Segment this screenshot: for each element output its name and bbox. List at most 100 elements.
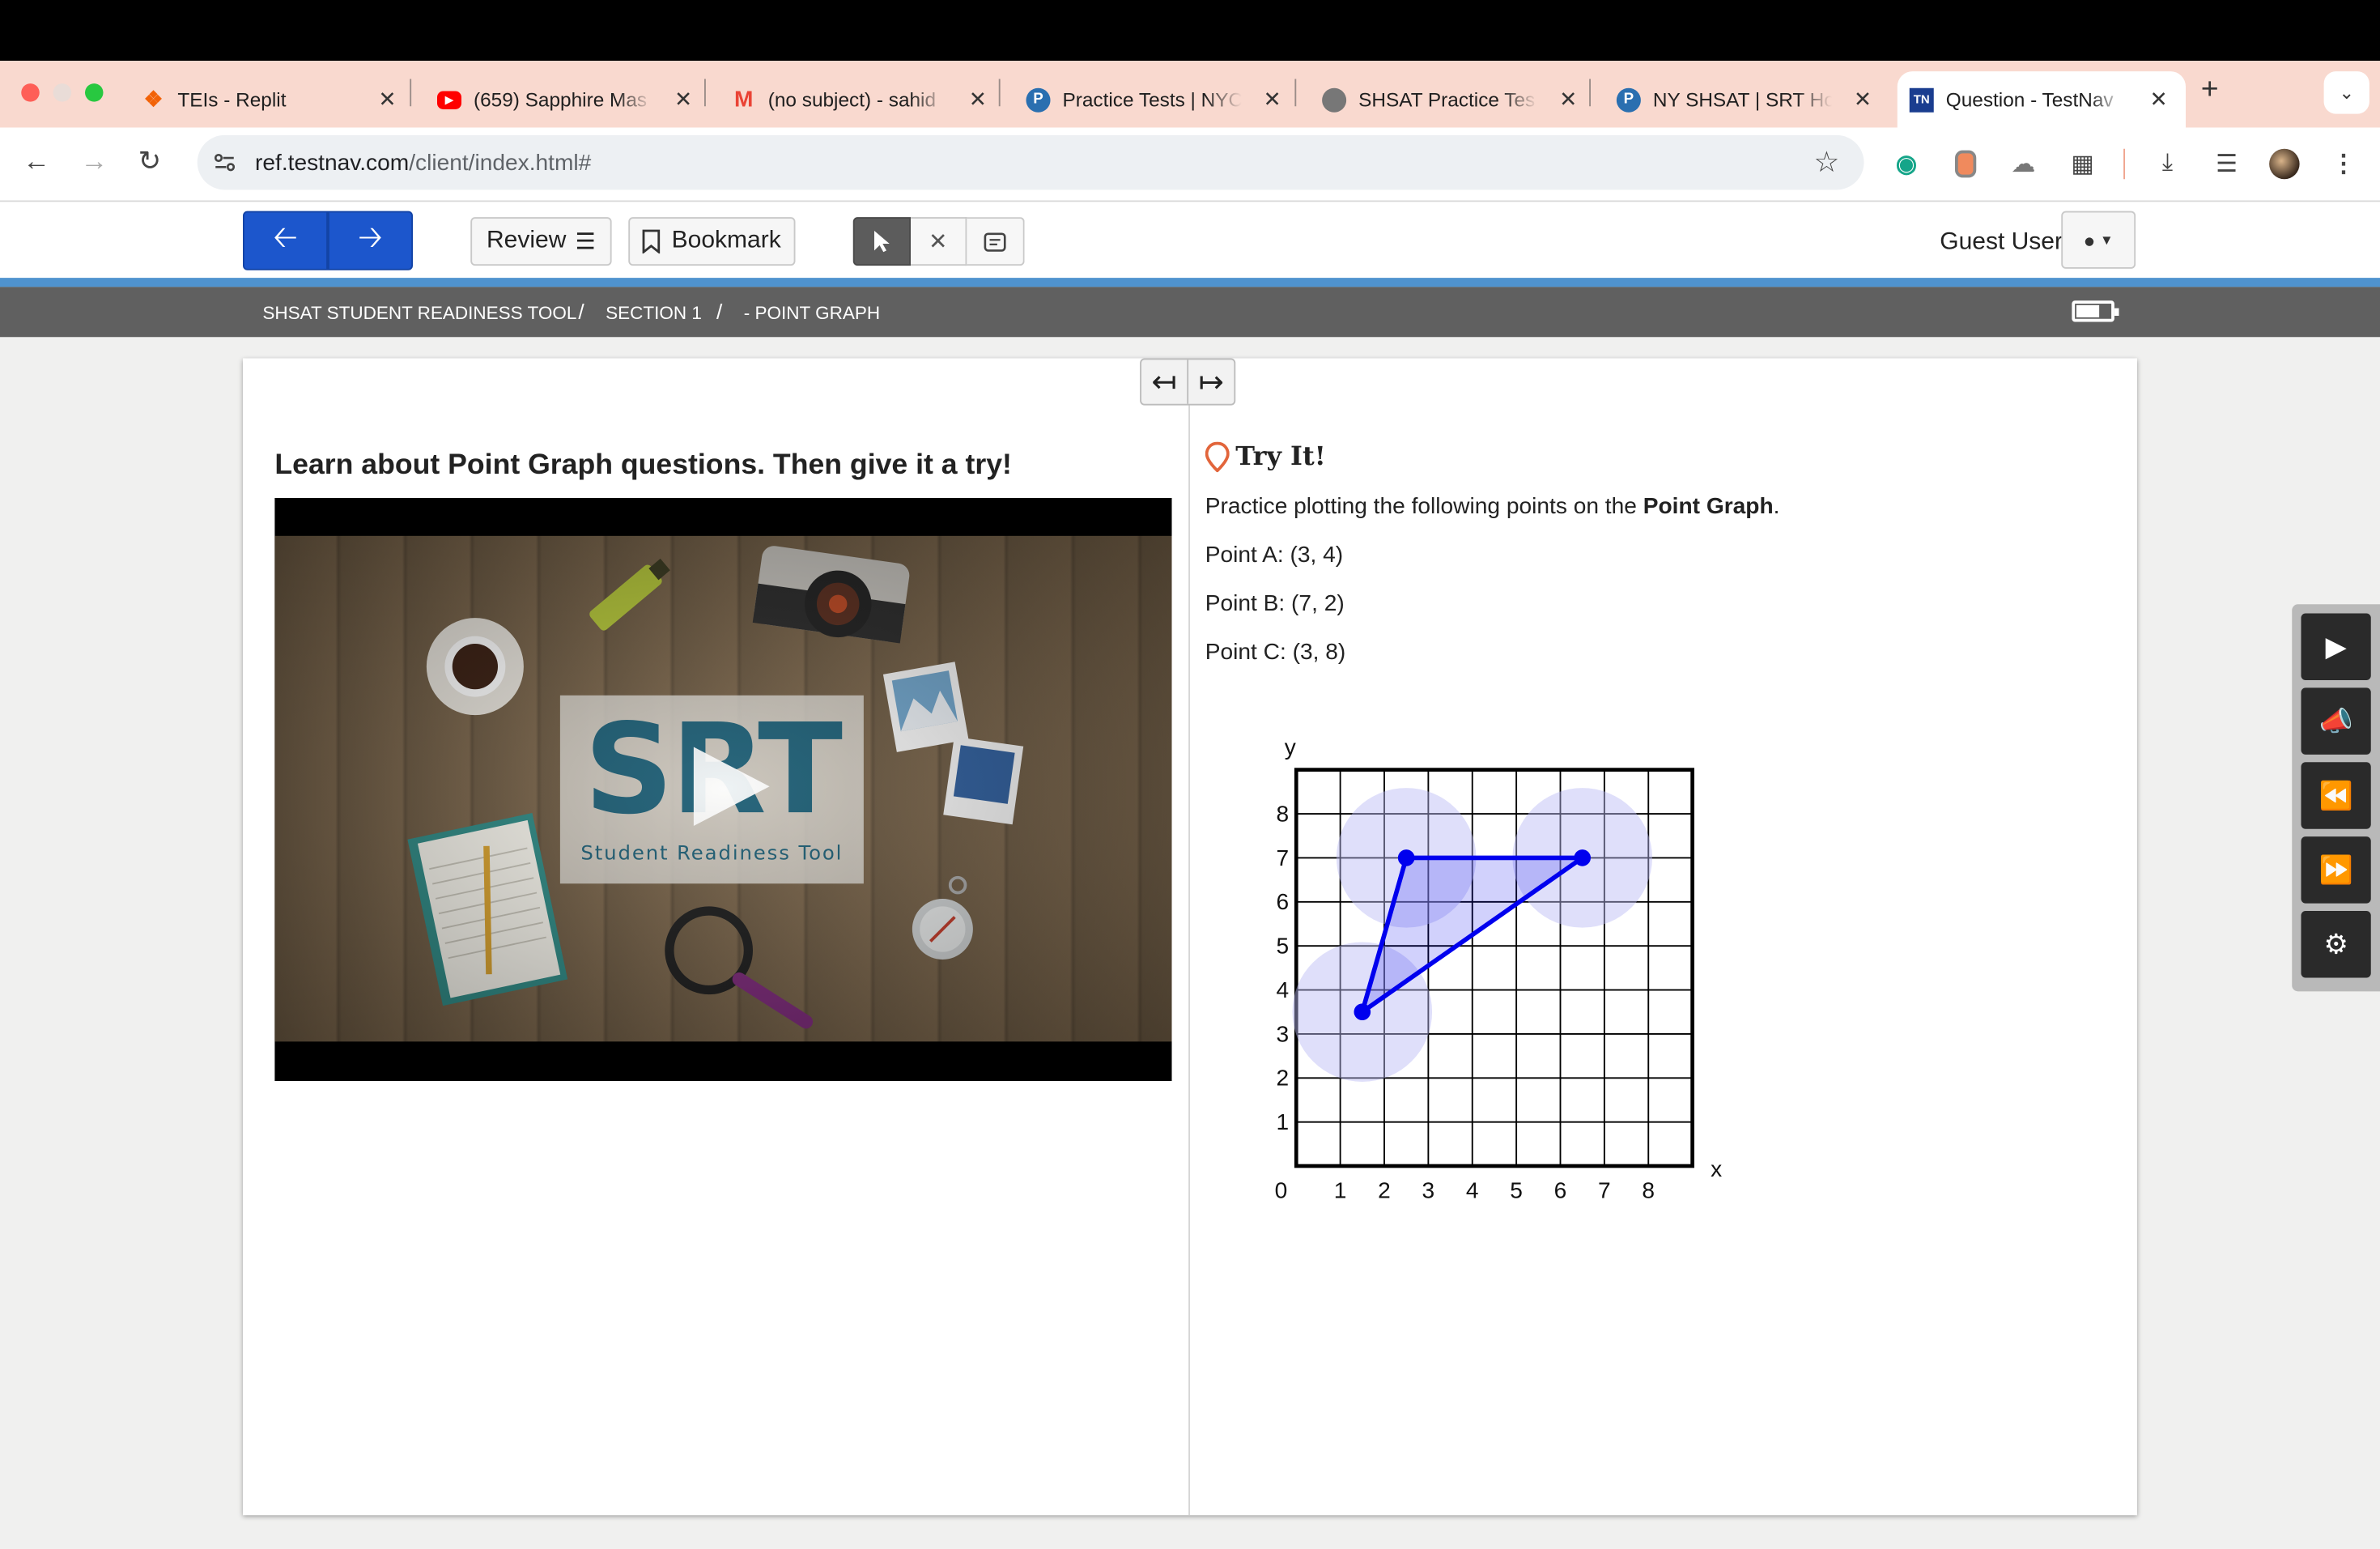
new-tab-button[interactable]: +: [2201, 73, 2219, 108]
arrow-to-left-icon: ↤: [1151, 365, 1177, 400]
next-button[interactable]: 🡢: [328, 211, 413, 270]
y-tick-label: 4: [1277, 977, 1290, 1002]
bookmark-star-icon[interactable]: ☆: [1814, 146, 1840, 181]
breadcrumb-separator: /: [578, 299, 584, 324]
testnav-icon: TN: [1909, 87, 1934, 112]
p-icon: P: [1026, 87, 1051, 112]
expand-left-pane-button[interactable]: ↤: [1141, 360, 1189, 404]
browser-tab-title: SHSAT Practice Tes: [1358, 87, 1536, 111]
bookmark-icon: [643, 229, 661, 254]
reload-icon[interactable]: ↻: [138, 146, 161, 177]
expand-right-pane-button[interactable]: ↦: [1188, 360, 1234, 403]
profile-avatar[interactable]: [2269, 148, 2300, 180]
browser-tab-title: (659) Sapphire Mas: [474, 87, 648, 111]
tts-settings-button[interactable]: ⚙: [2301, 911, 2371, 978]
point-b-text: Point B: (7, 2): [1205, 590, 1345, 617]
browser-tab[interactable]: P NY SHSAT | SRT Ho ✕: [1604, 71, 1890, 127]
os-menu-bar: [0, 0, 2380, 61]
browser-menu-icon[interactable]: ⋮: [2328, 149, 2359, 180]
srt-caption: Student Readiness Tool: [580, 842, 844, 866]
cursor-icon: [874, 231, 890, 253]
browser-tab[interactable]: ▶ (659) Sapphire Mas ✕: [425, 71, 711, 127]
x-tick-label: 5: [1510, 1177, 1523, 1202]
extensions-puzzle-icon[interactable]: ▦: [2068, 149, 2098, 180]
point-c-text: Point C: (3, 8): [1205, 639, 1346, 666]
y-tick-label: 3: [1277, 1021, 1290, 1046]
site-settings-icon[interactable]: [213, 151, 237, 175]
y-tick-label: 2: [1277, 1066, 1290, 1091]
extension-cloud-icon[interactable]: ☁: [2008, 149, 2039, 180]
downloads-icon[interactable]: ⤓: [2153, 149, 2183, 180]
toolbar-accent-line: [0, 278, 2380, 287]
instruction-text: Practice plotting the following points o…: [1205, 493, 1780, 520]
arrow-right-icon: 🡢: [358, 220, 383, 255]
tts-side-toolbar: ▶ 📣 ⏪ ⏩ ⚙: [2292, 604, 2380, 992]
notepad-button[interactable]: [967, 217, 1025, 266]
grammarly-icon[interactable]: ◉: [1891, 149, 1922, 180]
browser-tab-title: Practice Tests | NYC: [1062, 87, 1242, 111]
tab-separator: [998, 79, 1001, 107]
tab-separator: [1294, 79, 1297, 107]
x-tick-label: 4: [1466, 1177, 1479, 1202]
browser-tab-title: (no subject) - sahid: [767, 87, 937, 111]
megaphone-icon: 📣: [2318, 704, 2353, 736]
y-tick-label: 1: [1277, 1109, 1290, 1134]
browser-tab[interactable]: P Practice Tests | NYC ✕: [1014, 71, 1300, 127]
close-icon[interactable]: ✕: [969, 87, 987, 113]
point-graph[interactable]: 0 1 2 3 4 5 6 7 8 1 2 3 4 5 6 7 8 x y: [1249, 732, 1735, 1218]
tab-separator: [410, 79, 412, 107]
browser-tab[interactable]: TN Question - TestNav ✕: [1897, 71, 2186, 128]
media-queue-icon[interactable]: ☰: [2212, 149, 2242, 180]
video-thumbnail: SRT Student Readiness Tool: [274, 535, 1172, 1042]
point-a-text: Point A: (3, 4): [1205, 542, 1344, 568]
eliminator-x-icon: ✕: [928, 229, 948, 255]
extension-record-icon[interactable]: [1950, 149, 1981, 180]
browser-tab[interactable]: M (no subject) - sahid ✕: [720, 71, 1005, 127]
maximize-window-button[interactable]: [85, 83, 104, 102]
close-icon[interactable]: ✕: [1559, 87, 1577, 113]
minimize-window-button[interactable]: [53, 83, 72, 102]
guest-user-label: Guest User: [1940, 229, 2063, 255]
close-icon[interactable]: ✕: [1854, 87, 1872, 113]
plotted-point[interactable]: [1354, 1003, 1371, 1020]
video-player[interactable]: SRT Student Readiness Tool: [274, 498, 1172, 1081]
browser-tab-title: NY SHSAT | SRT Ho: [1652, 87, 1833, 111]
browser-tab[interactable]: SHSAT Practice Tes ✕: [1310, 71, 1596, 127]
close-icon[interactable]: ✕: [1263, 87, 1281, 113]
replit-icon: ❖: [143, 86, 164, 111]
breadcrumb-section: SECTION 1: [606, 302, 702, 324]
x-tick-label: 2: [1378, 1177, 1391, 1202]
close-icon[interactable]: ✕: [378, 87, 396, 113]
tab-search-button[interactable]: ⌄: [2323, 71, 2369, 114]
review-button[interactable]: Review ☰: [470, 217, 612, 266]
srt-logo: SRT: [584, 698, 843, 843]
close-icon[interactable]: ✕: [674, 87, 692, 113]
tts-forward-button[interactable]: ⏩: [2301, 836, 2371, 904]
try-it-heading: Try It!: [1205, 441, 1326, 473]
breadcrumb-item: - POINT GRAPH: [743, 302, 881, 324]
p-icon: P: [1616, 87, 1641, 112]
x-tick-label: 0: [1275, 1177, 1288, 1202]
bookmark-button[interactable]: Bookmark: [628, 217, 796, 266]
tts-read-button[interactable]: 📣: [2301, 687, 2371, 755]
x-tick-label: 8: [1642, 1177, 1655, 1202]
browser-tab[interactable]: ❖ TEIs - Replit ✕: [129, 71, 414, 127]
pointer-tool-button[interactable]: [852, 217, 911, 266]
address-bar[interactable]: ref.testnav.com/client/index.html# ☆: [197, 134, 1864, 190]
plotted-point[interactable]: [1574, 849, 1591, 866]
back-icon[interactable]: ←: [23, 146, 50, 177]
tts-rewind-button[interactable]: ⏪: [2301, 762, 2371, 829]
tts-play-button[interactable]: ▶: [2301, 613, 2371, 680]
play-video-icon[interactable]: [685, 741, 776, 832]
close-icon[interactable]: ✕: [2149, 87, 2167, 113]
previous-button[interactable]: 🡠: [243, 211, 328, 270]
user-menu-button[interactable]: ● ▼: [2061, 211, 2136, 269]
battery-fill: [2076, 304, 2100, 317]
testnav-toolbar: 🡠 🡢 Review ☰ Bookmark ✕ Guest User ● ▼: [0, 202, 2380, 279]
y-tick-label: 6: [1277, 889, 1290, 914]
close-window-button[interactable]: [21, 83, 40, 102]
fast-forward-icon: ⏩: [2318, 853, 2353, 885]
answer-eliminator-button[interactable]: ✕: [911, 217, 967, 266]
forward-icon[interactable]: →: [80, 146, 108, 177]
plotted-point[interactable]: [1397, 849, 1415, 866]
